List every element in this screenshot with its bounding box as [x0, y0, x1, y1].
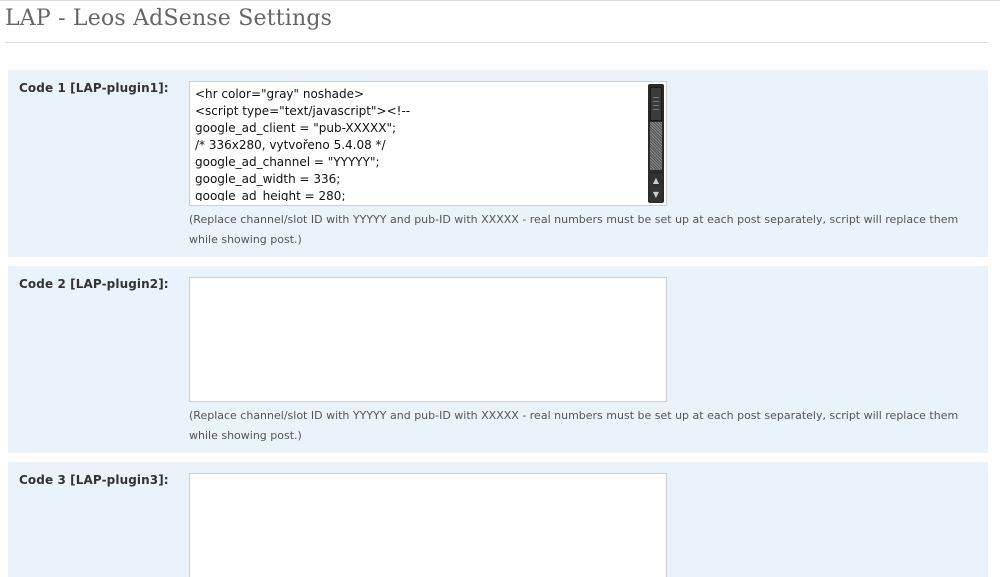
- settings-form: Code 1 [LAP-plugin1]: <hr color="gray" n…: [8, 70, 988, 577]
- page-title: LAP - Leos AdSense Settings: [5, 6, 333, 31]
- grip-line: [653, 97, 659, 98]
- code-1-textarea[interactable]: <hr color="gray" noshade> <script type="…: [189, 81, 667, 206]
- code-1-content[interactable]: <hr color="gray" noshade> <script type="…: [190, 82, 666, 201]
- scroll-track[interactable]: [650, 122, 662, 170]
- code-3-textarea[interactable]: [189, 473, 667, 577]
- code-1-label: Code 1 [LAP-plugin1]:: [19, 81, 169, 95]
- scroll-thumb[interactable]: [650, 87, 662, 121]
- code-2-content[interactable]: [190, 278, 666, 397]
- grip-line: [653, 101, 659, 102]
- code-2-label: Code 2 [LAP-plugin2]:: [19, 277, 169, 291]
- code-1-scrollbar[interactable]: ▲ ▼: [648, 84, 664, 203]
- code-3-content[interactable]: [190, 474, 666, 577]
- setting-row-code-2: Code 2 [LAP-plugin2]: (Replace channel/s…: [8, 266, 988, 453]
- setting-row-code-3: Code 3 [LAP-plugin3]:: [8, 462, 988, 577]
- scroll-up-icon[interactable]: ▲: [650, 174, 662, 188]
- code-1-hint: (Replace channel/slot ID with YYYYY and …: [189, 213, 959, 246]
- code-2-textarea[interactable]: [189, 277, 667, 402]
- title-divider: [5, 42, 988, 43]
- scroll-down-icon[interactable]: ▼: [650, 188, 662, 202]
- code-2-hint: (Replace channel/slot ID with YYYYY and …: [189, 409, 959, 442]
- setting-row-code-1: Code 1 [LAP-plugin1]: <hr color="gray" n…: [8, 70, 988, 257]
- grip-line: [653, 109, 659, 110]
- grip-line: [653, 105, 659, 106]
- code-3-label: Code 3 [LAP-plugin3]:: [19, 473, 169, 487]
